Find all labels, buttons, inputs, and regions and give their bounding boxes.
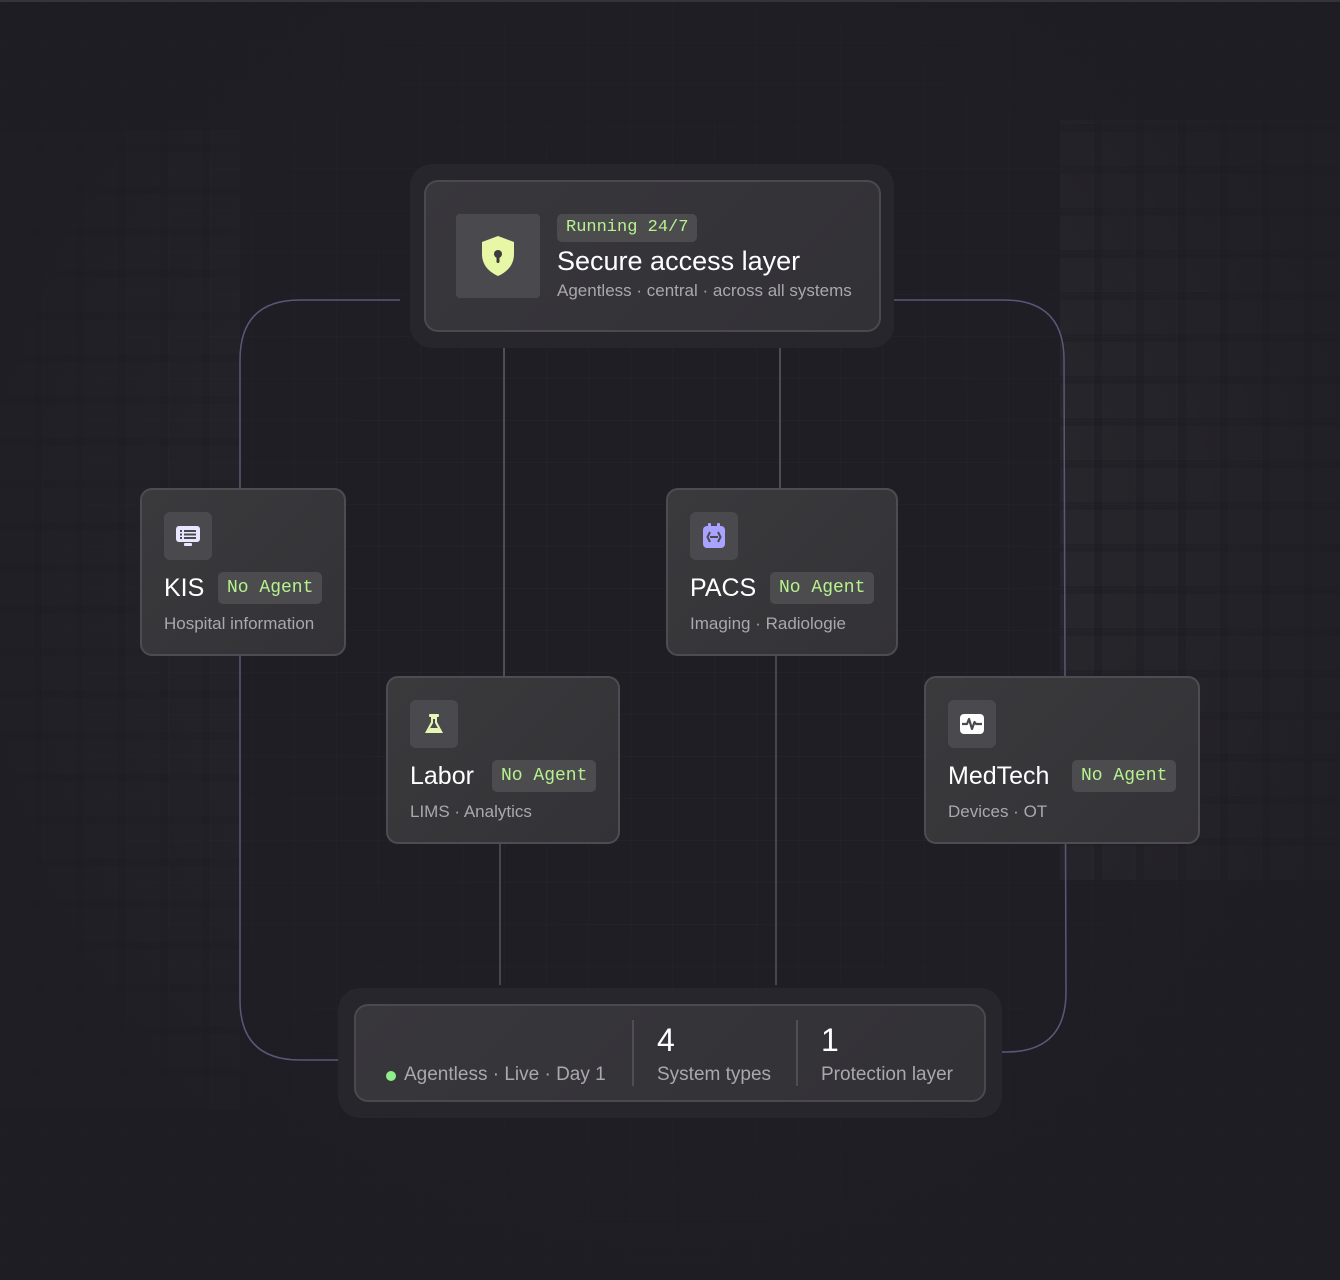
stats-card: Agentless · Live · Day 1 4 System types … — [354, 1004, 986, 1102]
node-labor-badge: No Agent — [492, 760, 597, 792]
node-pacs-title: PACS — [690, 574, 757, 602]
node-pacs[interactable]: PACS No Agent Imaging · Radiologie — [666, 488, 898, 656]
stats-divider-1 — [632, 1020, 634, 1086]
stat-system-types-label: System types — [657, 1064, 772, 1085]
node-kis[interactable]: KIS No Agent Hospital information — [140, 488, 346, 656]
node-medtech-title: MedTech — [948, 762, 1050, 790]
stats-divider-2 — [796, 1020, 798, 1086]
node-labor-subtitle: LIMS · Analytics — [410, 802, 532, 821]
live-status-text: Agentless · Live · Day 1 — [404, 1064, 606, 1085]
node-kis-badge: No Agent — [218, 572, 323, 604]
node-labor-title: Labor — [410, 762, 474, 790]
shield-lock-icon — [456, 214, 540, 298]
hub-status-badge: Running 24/7 — [557, 214, 698, 242]
hub-subtitle: Agentless · central · across all systems — [557, 281, 852, 300]
node-medtech-badge: No Agent — [1072, 760, 1177, 792]
imaging-scan-icon — [690, 512, 738, 560]
stat-system-types-value: 4 — [657, 1022, 675, 1058]
outer-wire-left — [239, 299, 400, 1061]
stat-protection-layer-value: 1 — [821, 1022, 839, 1058]
node-medtech-subtitle: Devices · OT — [948, 802, 1048, 821]
node-medtech[interactable]: MedTech No Agent Devices · OT — [924, 676, 1200, 844]
hub-card[interactable]: Running 24/7 Secure access layer Agentle… — [424, 180, 881, 332]
live-status-dot — [386, 1071, 396, 1081]
stat-protection-layer-label: Protection layer — [821, 1064, 954, 1085]
node-labor[interactable]: Labor No Agent LIMS · Analytics — [386, 676, 620, 844]
heartbeat-icon — [948, 700, 996, 748]
node-pacs-badge: No Agent — [770, 572, 875, 604]
monitor-list-icon — [164, 512, 212, 560]
node-kis-subtitle: Hospital information — [164, 614, 315, 633]
hub-title: Secure access layer — [557, 246, 801, 276]
node-kis-title: KIS — [164, 574, 205, 602]
node-pacs-subtitle: Imaging · Radiologie — [690, 614, 846, 633]
flask-icon — [410, 700, 458, 748]
